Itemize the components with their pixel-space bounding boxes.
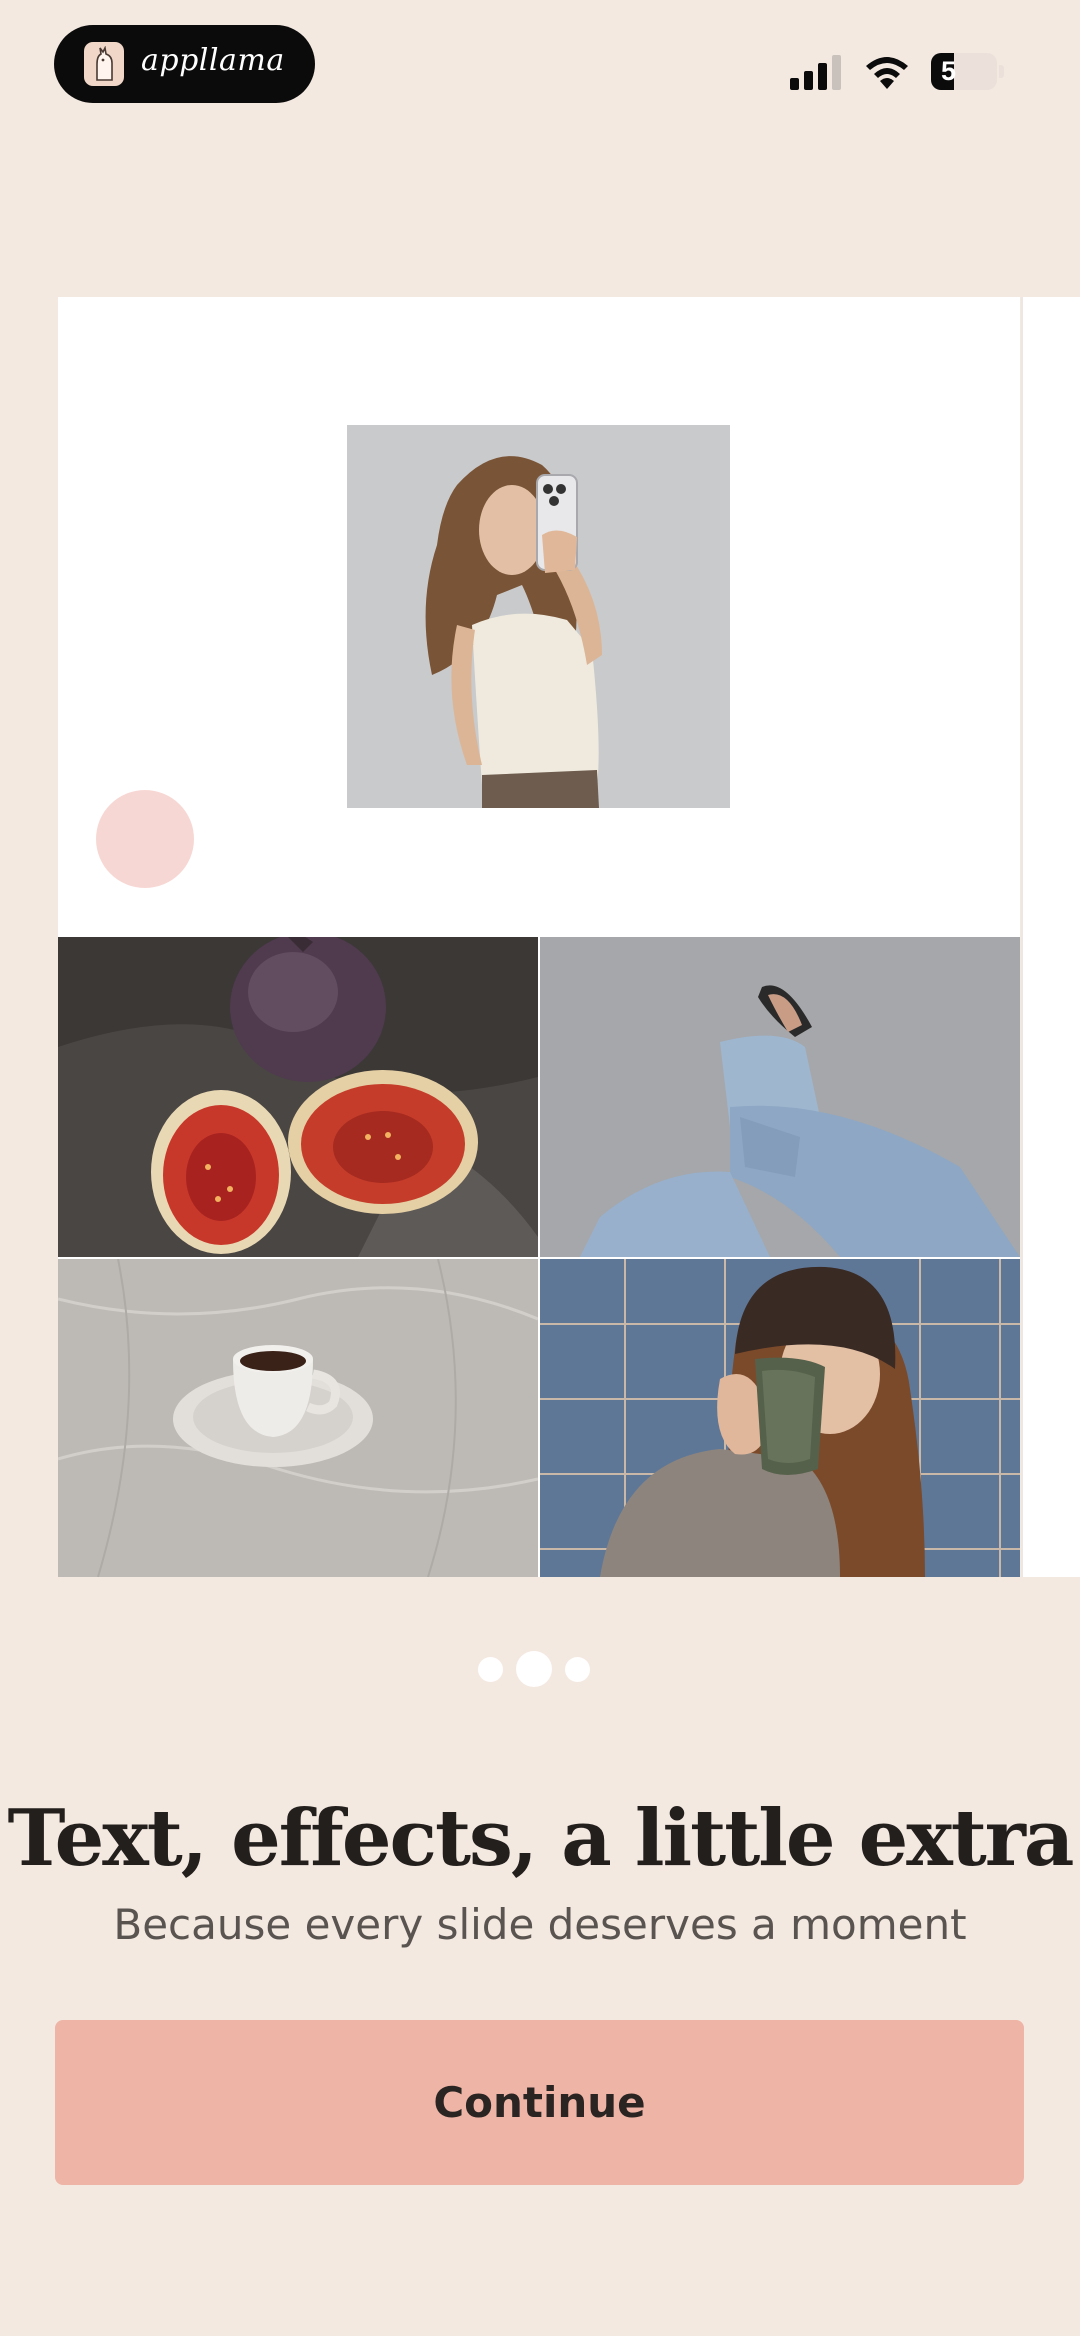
- app-badge[interactable]: appllama: [54, 25, 315, 103]
- onboarding-subtitle: Because every slide deserves a moment: [113, 1900, 967, 1949]
- continue-button[interactable]: Continue: [55, 2020, 1024, 2185]
- page-dot-3[interactable]: [565, 1657, 590, 1682]
- page-dot-2-active[interactable]: [516, 1651, 552, 1687]
- drinking-woman-photo: [540, 1259, 1020, 1577]
- jeans-photo: [540, 937, 1020, 1257]
- wifi-icon: [866, 57, 908, 89]
- llama-logo-icon: [84, 42, 124, 86]
- next-slide-peek[interactable]: [1021, 297, 1080, 1577]
- app-name: appllama: [141, 43, 285, 78]
- figs-photo: [58, 937, 538, 1257]
- battery-level: 5: [941, 56, 957, 86]
- battery-icon: 5: [931, 53, 1004, 90]
- cellular-signal-icon: [790, 55, 841, 90]
- selfie-photo: [347, 425, 730, 808]
- teacup-photo: [58, 1259, 538, 1577]
- page-indicator: [478, 1651, 598, 1687]
- decorative-pink-dot: [96, 790, 194, 888]
- onboarding-title: Text, effects, a little extra: [7, 1793, 1075, 1884]
- onboarding-screen: appllama 5 Text, effects, a little extra…: [0, 0, 1080, 2336]
- slide-preview-card[interactable]: [58, 297, 1020, 1577]
- page-dot-1[interactable]: [478, 1657, 503, 1682]
